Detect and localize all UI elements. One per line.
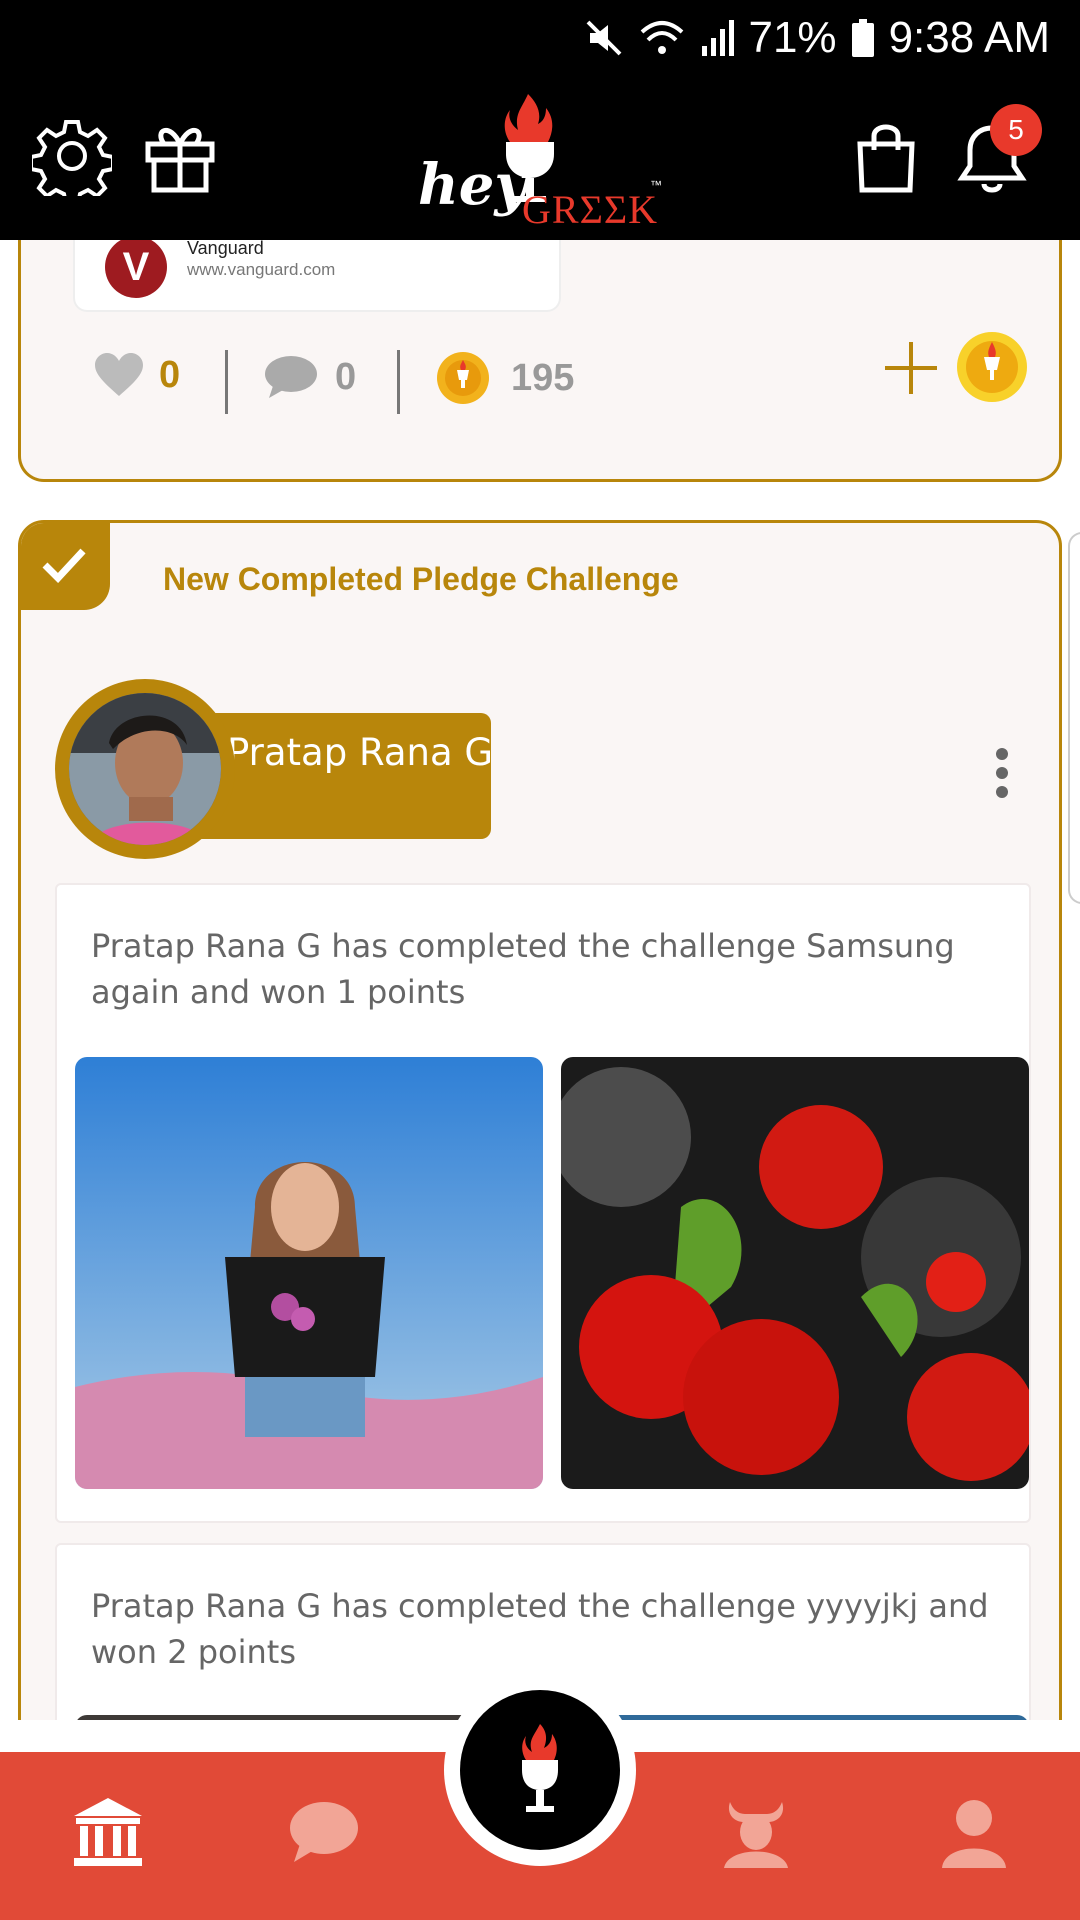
like-button[interactable]: 0 [93,352,180,398]
card-title: New Completed Pledge Challenge [163,561,679,597]
clock: 9:38 AM [888,13,1050,62]
post-text: Pratap Rana G has completed the challeng… [91,1587,989,1671]
vanguard-logo: V [105,240,167,298]
link-preview[interactable]: V Vanguard www.vanguard.com [73,240,561,312]
nav-minotaur-icon[interactable] [716,1792,796,1872]
nav-chat-icon[interactable] [284,1792,364,1872]
settings-gear-icon[interactable] [29,116,115,206]
signal-icon [700,18,735,58]
app-screen: 71% 9:38 AM hey GRΣΣK ™ 5 V Vanguard www… [0,0,1080,1920]
action-divider [397,350,400,414]
plus-icon [885,342,937,394]
user-photo [69,693,221,845]
coin-total: 195 [435,350,574,406]
challenge-trophy-button[interactable] [460,1690,620,1850]
battery-icon [851,18,875,58]
link-title: Vanguard [187,240,264,258]
battery-percent: 71% [748,13,837,62]
post-photo[interactable] [561,1057,1029,1489]
pledge-challenge-card: New Completed Pledge Challenge Pratap Ra… [18,520,1062,1720]
challenge-post[interactable]: Pratap Rana G has completed the challeng… [55,883,1031,1523]
like-count: 0 [159,353,181,396]
logo-greek-text: GRΣΣK [522,187,659,232]
comment-button[interactable]: 0 [263,354,356,400]
coin-icon [957,332,1027,402]
completed-badge [21,523,110,610]
post-photo[interactable] [561,1715,1029,1720]
red-roses-image [561,1057,1029,1489]
coin-icon [437,352,489,404]
wifi-icon [638,18,686,58]
avatar[interactable] [55,679,235,859]
dot [996,786,1008,798]
woman-in-flower-field-image [75,1057,543,1489]
nav-museum-icon[interactable] [68,1792,148,1872]
dot [996,767,1008,779]
comment-icon [265,356,317,398]
logo-trademark: ™ [650,178,662,192]
comment-count: 0 [335,355,357,398]
gift-icon[interactable] [140,116,220,196]
logo-hey-text: hey [418,152,527,218]
next-card-edge [1068,532,1080,904]
give-coin-button[interactable] [955,330,1029,404]
dot [996,748,1008,760]
nav-profile-icon[interactable] [934,1792,1014,1872]
post-photo[interactable] [75,1057,543,1489]
post-actions: 0 0 195 [21,304,1065,424]
user-name[interactable]: Pratap Rana G [227,731,493,774]
shopping-bag-icon[interactable] [846,116,926,196]
feed: V Vanguard www.vanguard.com 0 0 195 New … [0,240,1080,1720]
trophy-icon [522,1724,558,1812]
add-coin-button[interactable] [883,340,939,396]
app-header: hey GRΣΣK ™ 5 [0,76,1080,240]
checkmark-icon [42,548,86,583]
coin-count: 195 [511,356,575,399]
more-options-button[interactable] [987,741,1017,811]
action-divider [225,350,228,414]
status-bar: 71% 9:38 AM [0,0,1080,76]
mute-icon [584,18,624,58]
link-url: www.vanguard.com [187,260,336,279]
heygreek-logo: hey GRΣΣK ™ [410,90,670,232]
post-text: Pratap Rana G has completed the challeng… [91,927,955,1011]
heart-icon [95,353,143,396]
notification-count-badge: 5 [990,104,1042,156]
feed-card-previous: V Vanguard www.vanguard.com 0 0 195 [18,240,1062,482]
